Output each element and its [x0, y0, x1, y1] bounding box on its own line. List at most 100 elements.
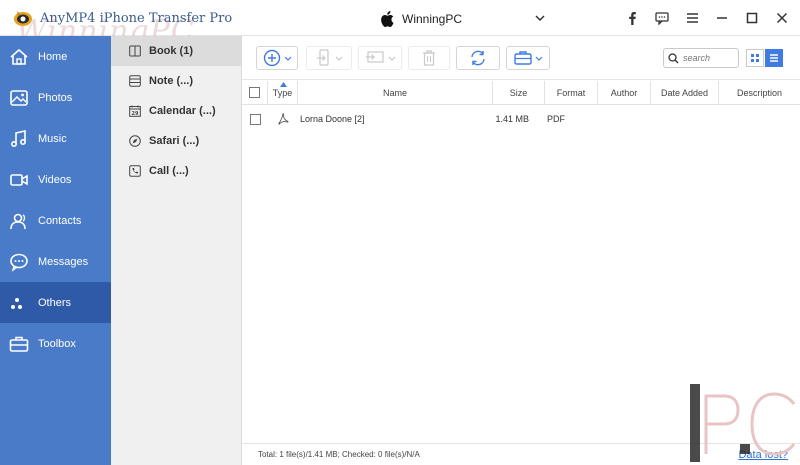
- sidebar-item-label: Toolbox: [38, 337, 76, 350]
- close-icon: [776, 12, 788, 24]
- maximize-button[interactable]: [742, 8, 762, 28]
- column-header-label: Type: [272, 87, 293, 98]
- toolbox-icon: [8, 333, 30, 355]
- sidebar-item-contacts[interactable]: Contacts: [0, 200, 111, 241]
- sort-ascending-icon: [280, 82, 287, 87]
- sync-button[interactable]: [456, 46, 500, 70]
- facebook-button[interactable]: [622, 8, 642, 28]
- chevron-down-icon: [335, 56, 342, 61]
- sidebar-item-home[interactable]: Home: [0, 36, 111, 77]
- select-all-checkbox[interactable]: [249, 87, 260, 98]
- sidebar-item-others[interactable]: Others: [0, 282, 111, 323]
- chevron-down-icon: [284, 56, 291, 61]
- sidebar-item-label: Messages: [38, 255, 89, 268]
- export-to-pc-button[interactable]: [358, 46, 402, 70]
- delete-button[interactable]: [408, 46, 450, 70]
- search-box: [663, 48, 739, 68]
- export-to-device-button[interactable]: [306, 46, 352, 70]
- book-icon: [129, 45, 141, 57]
- category-item-label: Book (1): [149, 45, 193, 57]
- sidebar-item-label: Others: [38, 296, 72, 309]
- file-table: Type Name Size Format Author Date Added …: [242, 81, 800, 133]
- delete-icon: [423, 50, 435, 66]
- status-bar: Total: 1 file(s)/1.41 MB; Checked: 0 fil…: [242, 443, 800, 465]
- column-header-label: Author: [610, 87, 638, 98]
- app-title: AnyMP4 iPhone Transfer Pro: [40, 11, 233, 26]
- column-header-size[interactable]: Size: [493, 81, 545, 104]
- device-name: WinningPC: [402, 12, 463, 26]
- category-item-note[interactable]: Note (...): [111, 66, 241, 96]
- note-icon: [129, 75, 141, 87]
- column-header-label: Description: [736, 87, 783, 98]
- category-item-call[interactable]: Call (...): [111, 156, 241, 186]
- more-dots-icon: [8, 292, 30, 314]
- sidebar-item-label: Home: [38, 50, 68, 63]
- message-bubble-icon: [8, 251, 30, 273]
- sidebar-item-videos[interactable]: Videos: [0, 159, 111, 200]
- table-row[interactable]: Lorna Doone [2] 1.41 MB PDF: [242, 105, 800, 133]
- video-camera-icon: [8, 169, 30, 191]
- sidebar-item-music[interactable]: Music: [0, 118, 111, 159]
- row-format: PDF: [547, 114, 565, 124]
- column-header-label: Date Added: [660, 87, 709, 98]
- column-header-format[interactable]: Format: [545, 81, 598, 104]
- category-item-book[interactable]: Book (1): [111, 36, 241, 66]
- device-selector[interactable]: WinningPC: [380, 8, 550, 30]
- category-item-safari[interactable]: Safari (...): [111, 126, 241, 156]
- column-header-description[interactable]: Description: [719, 81, 800, 104]
- chevron-down-icon: [535, 56, 542, 61]
- sync-icon: [471, 50, 485, 66]
- column-header-label: Format: [556, 87, 586, 98]
- list-view-icon: [770, 54, 778, 62]
- close-button[interactable]: [772, 8, 792, 28]
- sidebar: Home Photos Music Videos Contacts Messag…: [0, 36, 111, 465]
- toolbar: [242, 36, 800, 80]
- search-input[interactable]: [683, 53, 733, 63]
- sidebar-item-messages[interactable]: Messages: [0, 241, 111, 282]
- column-header-author[interactable]: Author: [598, 81, 651, 104]
- feedback-button[interactable]: [652, 8, 672, 28]
- category-item-label: Safari (...): [149, 135, 200, 147]
- column-header-date-added[interactable]: Date Added: [651, 81, 719, 104]
- data-lost-link[interactable]: Data lost?: [738, 449, 788, 461]
- list-view-button[interactable]: [765, 49, 783, 67]
- category-panel: Book (1) Note (...) 29 Calendar (...) Sa…: [111, 36, 242, 465]
- toolbox-dropdown-button[interactable]: [506, 46, 550, 70]
- export-to-device-icon: [316, 49, 329, 66]
- grid-view-button[interactable]: [746, 49, 764, 67]
- search-icon: [668, 52, 679, 63]
- category-item-calendar[interactable]: 29 Calendar (...): [111, 96, 241, 126]
- phone-icon: [129, 165, 141, 177]
- column-header-name[interactable]: Name: [298, 81, 493, 104]
- add-icon: [263, 49, 280, 67]
- music-note-icon: [8, 128, 30, 150]
- row-checkbox[interactable]: [249, 113, 261, 125]
- category-item-label: Calendar (...): [149, 105, 216, 117]
- maximize-icon: [746, 12, 758, 24]
- menu-button[interactable]: [682, 8, 702, 28]
- chevron-down-icon: [535, 15, 545, 22]
- sidebar-item-photos[interactable]: Photos: [0, 77, 111, 118]
- status-summary: Total: 1 file(s)/1.41 MB; Checked: 0 fil…: [258, 450, 420, 459]
- main-content: Type Name Size Format Author Date Added …: [242, 36, 800, 465]
- row-select-cell: [242, 113, 268, 125]
- compass-icon: [129, 135, 141, 147]
- title-bar: WinningPC AnyMP4 iPhone Transfer Pro Win…: [0, 0, 800, 49]
- category-item-label: Note (...): [149, 75, 193, 87]
- hamburger-menu-icon: [686, 13, 698, 23]
- calendar-icon: 29: [129, 105, 141, 117]
- chat-icon: [655, 11, 669, 25]
- sidebar-item-label: Photos: [38, 91, 73, 104]
- column-header-type[interactable]: Type: [268, 81, 298, 104]
- row-size: 1.41 MB: [495, 114, 529, 124]
- add-button[interactable]: [256, 46, 298, 70]
- contacts-icon: [8, 210, 30, 232]
- minimize-icon: [717, 17, 727, 19]
- sidebar-item-toolbox[interactable]: Toolbox: [0, 323, 111, 364]
- export-to-pc-icon: [365, 51, 384, 63]
- minimize-button[interactable]: [712, 8, 732, 28]
- row-name: Lorna Doone [2]: [300, 114, 365, 124]
- sidebar-item-label: Videos: [38, 173, 72, 186]
- sidebar-item-label: Contacts: [38, 214, 82, 227]
- facebook-icon: [629, 12, 636, 25]
